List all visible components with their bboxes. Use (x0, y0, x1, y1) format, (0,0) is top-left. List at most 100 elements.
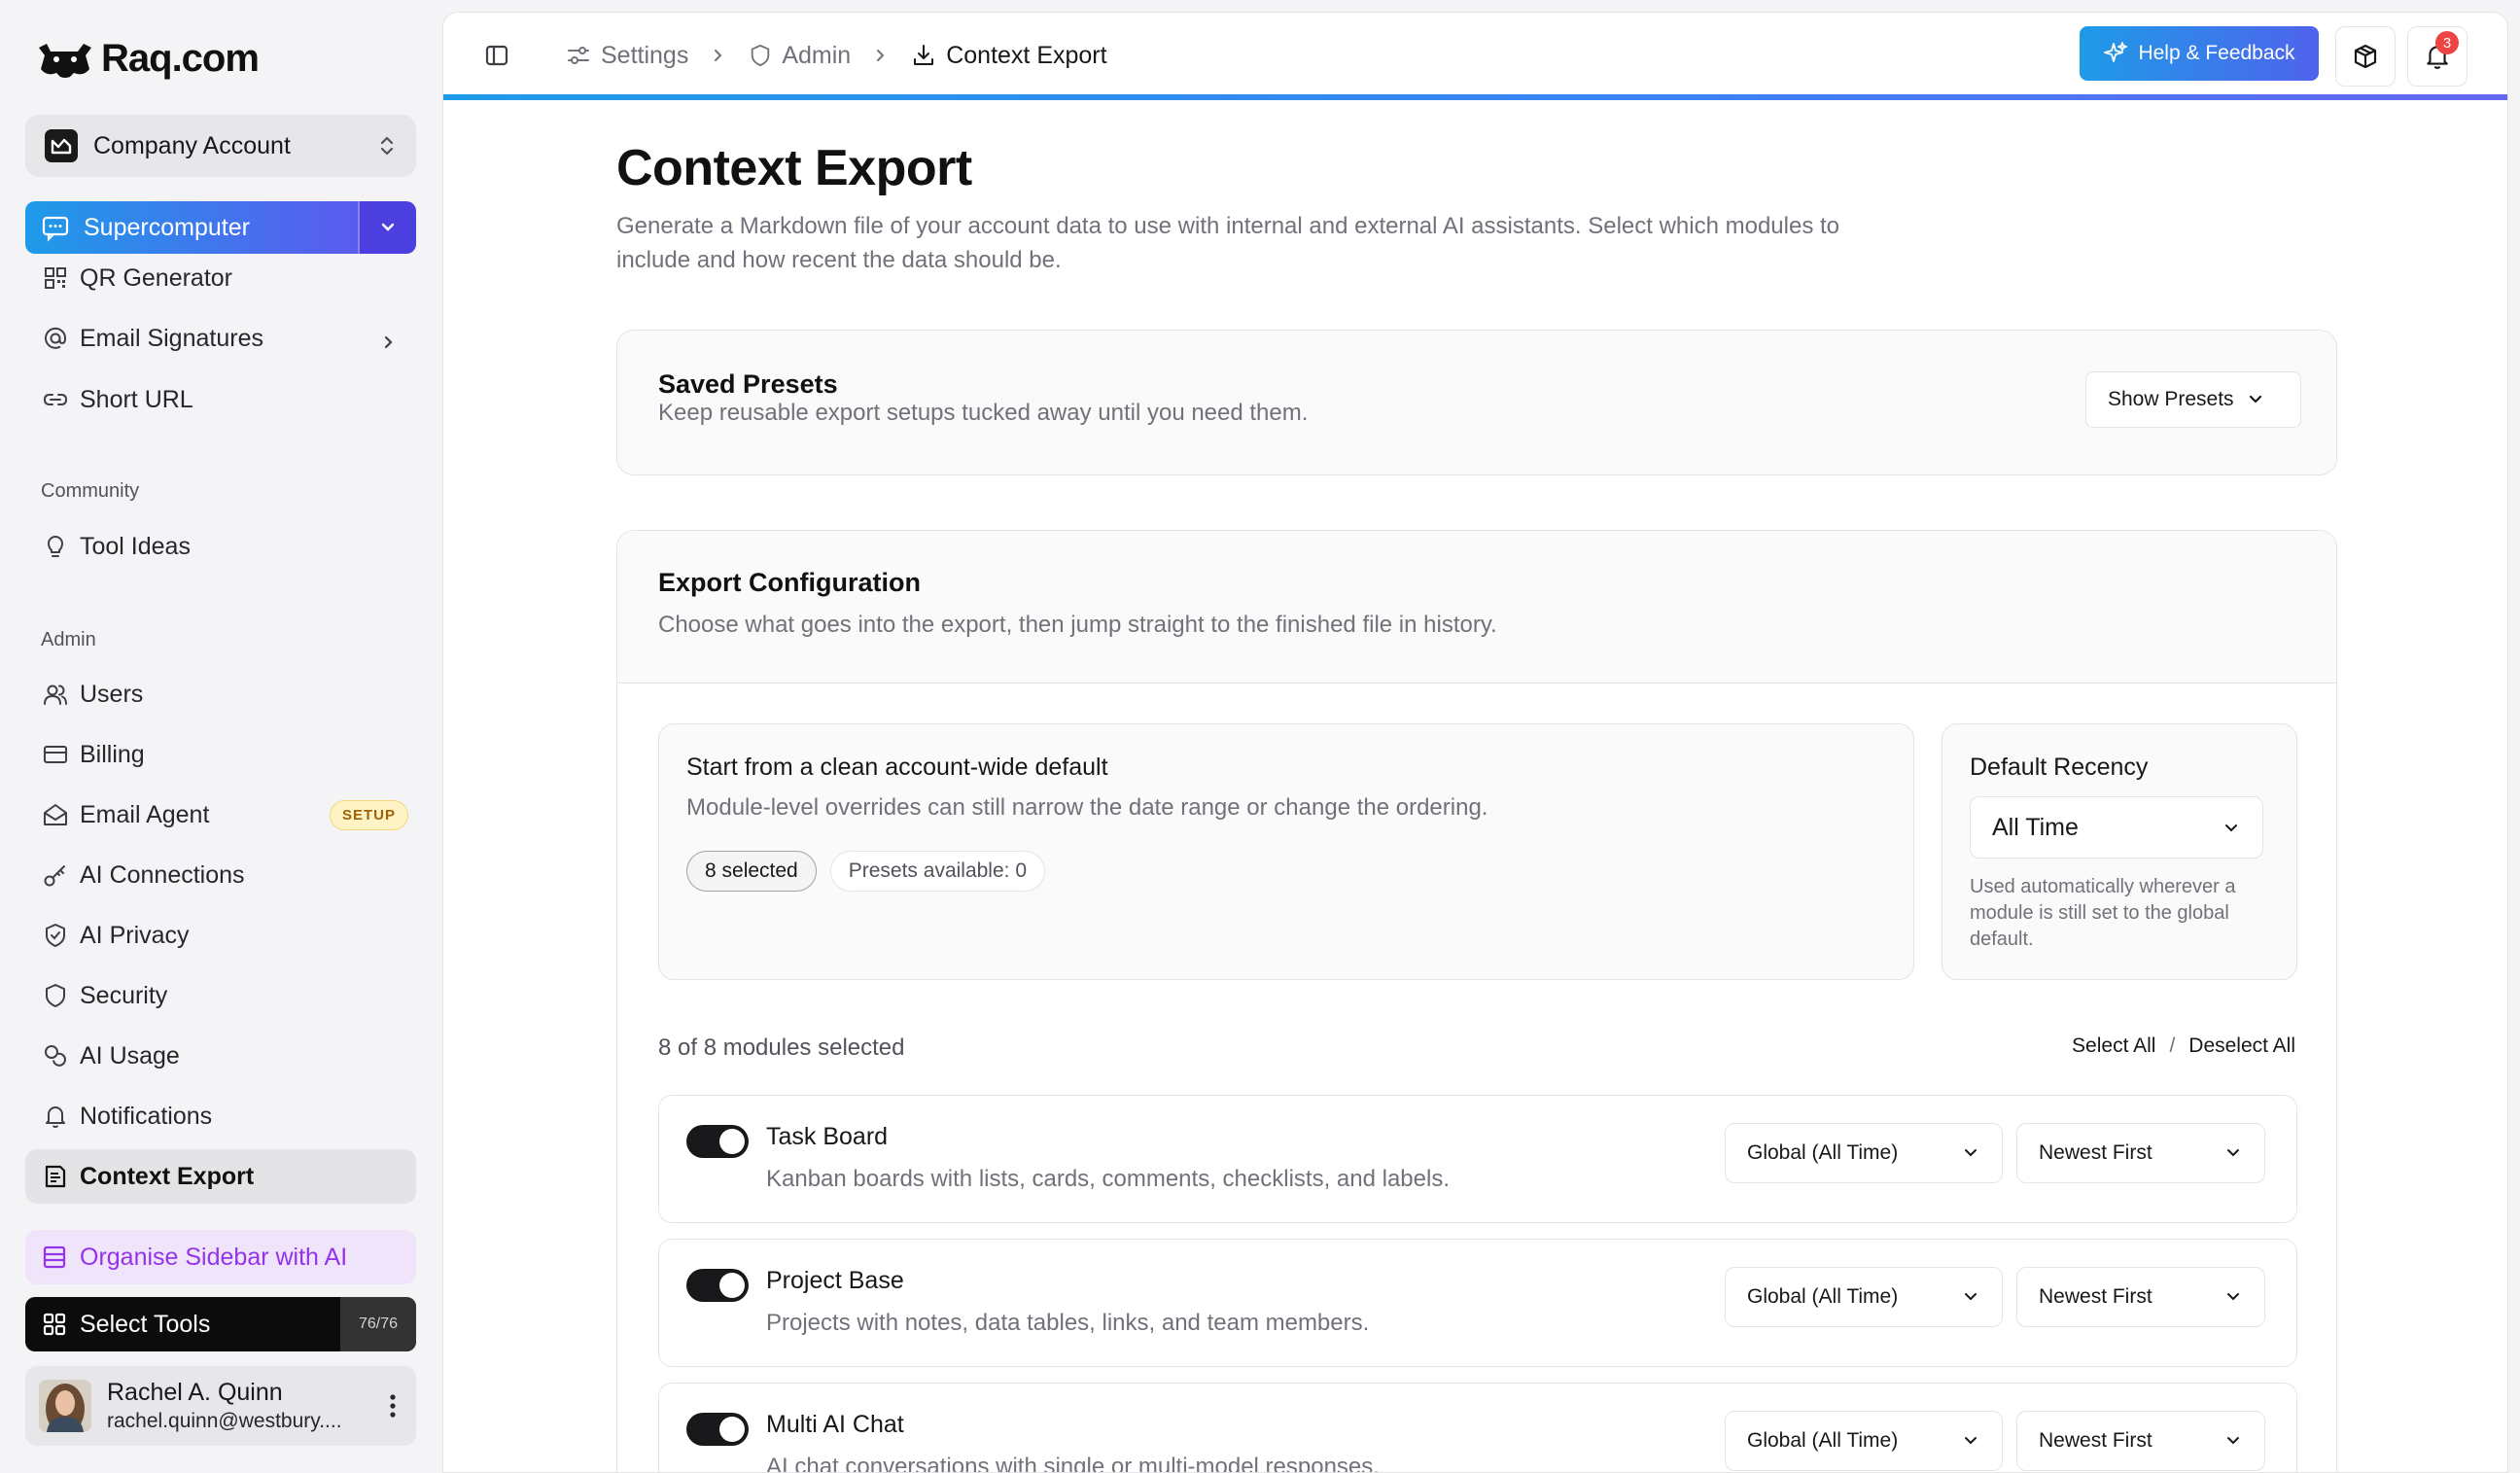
chevron-right-icon (877, 50, 885, 61)
more-vertical-icon[interactable] (389, 1393, 397, 1419)
recency-help: Used automatically wherever a module is … (1970, 876, 2236, 950)
page-description: Generate a Markdown file of your account… (616, 213, 1840, 273)
module-toggle[interactable] (686, 1413, 749, 1446)
modules-count: 8 of 8 modules selected (658, 1035, 905, 1061)
presets-available-pill: Presets available: 0 (829, 851, 1046, 892)
sidebar-item-context-export[interactable]: Context Export (25, 1149, 416, 1204)
section-label-community: Community (41, 480, 140, 502)
sidebar-item-ai-connections[interactable]: AI Connections (25, 848, 416, 902)
saved-presets-card: Saved Presets Keep reusable export setup… (616, 330, 2337, 475)
module-project-base: Project Base Projects with notes, data t… (658, 1239, 2297, 1367)
coins-icon (41, 1041, 70, 1070)
supercomputer-button[interactable]: Supercomputer (25, 201, 416, 254)
order-value: Newest First (2039, 1285, 2152, 1308)
sidebar-item-label: Notifications (80, 1102, 213, 1130)
page-title: Context Export (616, 140, 972, 196)
sidebar-item-billing[interactable]: Billing (25, 727, 416, 782)
module-range-select[interactable]: Global (All Time) (1725, 1411, 2003, 1471)
recency-title: Default Recency (1970, 754, 2149, 781)
mail-open-icon (41, 800, 70, 829)
sidebar-item-label: Email Signatures (80, 324, 263, 352)
supercomputer-dropdown[interactable] (358, 201, 416, 254)
module-range-select[interactable]: Global (All Time) (1725, 1123, 2003, 1183)
module-toggle[interactable] (686, 1125, 749, 1158)
range-value: Global (All Time) (1747, 1141, 1899, 1164)
organise-sidebar-button[interactable]: Organise Sidebar with AI (25, 1230, 416, 1284)
account-switcher[interactable]: Company Account (25, 115, 416, 177)
lightbulb-icon (41, 532, 70, 561)
module-range-select[interactable]: Global (All Time) (1725, 1267, 2003, 1327)
sidebar-item-tool-ideas[interactable]: Tool Ideas (25, 519, 416, 574)
sidebar-toggle-button[interactable] (484, 43, 509, 68)
selected-count-pill: 8 selected (686, 851, 817, 892)
order-value: Newest First (2039, 1429, 2152, 1452)
list-layout-icon (43, 1245, 66, 1269)
module-task-board: Task Board Kanban boards with lists, car… (658, 1095, 2297, 1223)
default-recency-select[interactable]: All Time (1970, 796, 2263, 859)
select-tools-label: Select Tools (80, 1310, 211, 1338)
sidebar-item-notifications[interactable]: Notifications (25, 1089, 416, 1143)
link-separator: / (2169, 1035, 2176, 1057)
sidebar-item-qr-generator[interactable]: QR Generator (25, 251, 416, 305)
credit-card-icon (41, 740, 70, 769)
sidebar-item-ai-privacy[interactable]: AI Privacy (25, 908, 416, 963)
module-order-select[interactable]: Newest First (2016, 1411, 2265, 1471)
default-panel: Start from a clean account-wide default … (658, 723, 1914, 980)
sidebar-item-users[interactable]: Users (25, 667, 416, 721)
file-export-icon (41, 1162, 70, 1191)
sidebar-item-label: AI Privacy (80, 921, 190, 949)
top-bar: Settings Admin Context Export Help & Fee… (443, 13, 2507, 98)
default-subtitle: Module-level overrides can still narrow … (686, 794, 1488, 821)
sidebar-item-label: Short URL (80, 385, 193, 413)
select-all-link[interactable]: Select All (2072, 1035, 2155, 1058)
show-presets-button[interactable]: Show Presets (2085, 371, 2301, 428)
brand-name: Raq.com (101, 37, 260, 80)
chevron-down-icon (2227, 1149, 2239, 1157)
sidebar-item-email-signatures[interactable]: Email Signatures (25, 311, 416, 366)
recency-value: All Time (1992, 813, 2079, 841)
user-name: Rachel A. Quinn (107, 1379, 283, 1406)
breadcrumb-admin[interactable]: Admin (749, 42, 851, 70)
sidebar-item-email-agent[interactable]: Email Agent SETUP (25, 788, 416, 842)
package-button[interactable] (2335, 26, 2396, 87)
sidebar-item-label: Users (80, 680, 144, 708)
supercomputer-main[interactable]: Supercomputer (25, 201, 358, 254)
users-icon (41, 680, 70, 709)
default-title: Start from a clean account-wide default (686, 754, 1108, 781)
breadcrumb-settings[interactable]: Settings (566, 42, 688, 70)
sidebar-item-short-url[interactable]: Short URL (25, 372, 416, 427)
chevron-down-icon (2227, 1437, 2239, 1445)
presets-title: Saved Presets (658, 369, 838, 399)
notification-count-badge: 3 (2435, 31, 2459, 54)
key-icon (41, 860, 70, 890)
sidebar-item-ai-usage[interactable]: AI Usage (25, 1029, 416, 1083)
avatar (39, 1380, 91, 1432)
brand-logo[interactable]: Raq.com (35, 37, 260, 81)
main-panel: Settings Admin Context Export Help & Fee… (442, 12, 2508, 1473)
breadcrumb-label: Settings (601, 41, 689, 69)
notifications-button[interactable]: 3 (2407, 26, 2468, 87)
sliders-icon (568, 47, 589, 64)
help-feedback-button[interactable]: Help & Feedback (2080, 26, 2319, 81)
sidebar-item-security[interactable]: Security (25, 968, 416, 1023)
user-menu[interactable]: Rachel A. Quinn rachel.quinn@westbury...… (25, 1366, 416, 1446)
breadcrumb-context-export: Context Export (911, 42, 1107, 70)
organise-label: Organise Sidebar with AI (80, 1243, 348, 1271)
setup-badge: SETUP (329, 799, 408, 830)
module-description: Projects with notes, data tables, links,… (766, 1310, 1370, 1336)
module-order-select[interactable]: Newest First (2016, 1267, 2265, 1327)
range-value: Global (All Time) (1747, 1285, 1899, 1308)
sparkles-icon (2104, 42, 2128, 62)
select-tools-button[interactable]: Select Tools 76/76 (25, 1297, 416, 1351)
show-presets-label: Show Presets (2108, 388, 2234, 410)
accent-line (443, 94, 2507, 100)
default-recency-panel: Default Recency All Time Used automatica… (1942, 723, 2297, 980)
shield-check-icon (41, 921, 70, 950)
sidebar-item-label: Billing (80, 740, 145, 768)
module-order-select[interactable]: Newest First (2016, 1123, 2265, 1183)
deselect-all-link[interactable]: Deselect All (2188, 1035, 2295, 1058)
module-toggle[interactable] (686, 1269, 749, 1302)
chevron-down-icon (1965, 1293, 1977, 1301)
shield-icon (41, 981, 70, 1010)
module-title: Task Board (766, 1123, 889, 1150)
